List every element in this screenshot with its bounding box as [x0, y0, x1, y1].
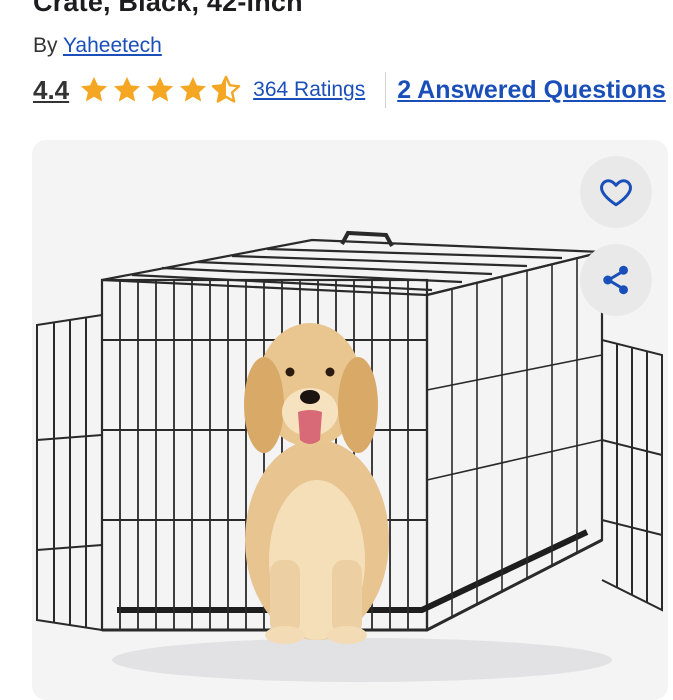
product-image[interactable]: [32, 140, 668, 700]
star-icon: [81, 76, 108, 102]
brand-link[interactable]: Yaheetech: [63, 34, 162, 57]
star-icon: [180, 76, 207, 102]
favorite-button[interactable]: [580, 156, 652, 228]
product-title: Crate, Black, 42-inch: [33, 0, 303, 17]
star-icon: [147, 76, 174, 102]
heart-icon: [600, 179, 632, 207]
star-rating: [78, 74, 242, 106]
dog-crate-photo: [36, 230, 663, 682]
half-star-icon: [211, 75, 241, 103]
byline-prefix: By: [33, 34, 58, 57]
star-icon: [114, 76, 141, 102]
answered-questions-link[interactable]: 2 Answered Questions: [397, 76, 666, 105]
ratings-count-link[interactable]: 364 Ratings: [253, 78, 365, 102]
byline: By Yaheetech: [33, 34, 162, 58]
rating-row: 4.4 364 Ratings 2 Answered Questions: [33, 72, 673, 108]
divider: [385, 72, 387, 108]
rating-score[interactable]: 4.4: [33, 75, 69, 106]
share-icon: [603, 265, 628, 295]
share-button[interactable]: [580, 244, 652, 316]
